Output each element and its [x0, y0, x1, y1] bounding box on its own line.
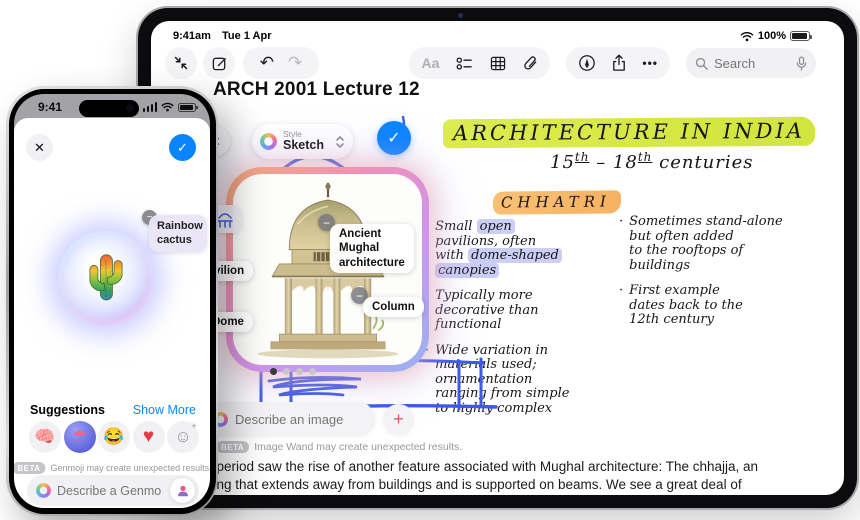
apple-intelligence-icon	[260, 133, 277, 150]
genmoji-sparkle-icon	[36, 483, 51, 498]
more-options-button[interactable]: •••	[642, 56, 658, 70]
notes-left-column: · Small open pavilions, often with dome-…	[425, 219, 570, 417]
wifi-icon	[161, 102, 174, 112]
ipad-status-date: Tue 1 Apr	[221, 30, 272, 42]
checklist-button[interactable]	[456, 56, 473, 71]
note-paragraph: s period saw the rise of another feature…	[206, 458, 844, 494]
show-more-link[interactable]: Show More	[133, 403, 196, 417]
battery-icon	[178, 102, 198, 112]
checkmark-icon: ✓	[177, 139, 188, 155]
describe-genmoji-field[interactable]	[27, 475, 199, 506]
search-icon	[695, 57, 708, 70]
suggestion-umbrella-selected[interactable]: ☂	[63, 421, 96, 453]
genmoji-preview-bubble	[58, 231, 153, 326]
formatting-group: Aa	[409, 47, 551, 79]
style-value: Sketch	[283, 138, 324, 153]
bullet-decorative: Typically more decorative than functiona…	[435, 288, 539, 333]
bullet-first-example: First example dates back to the 12th cen…	[629, 283, 743, 328]
iphone-status-time: 9:41	[38, 100, 63, 114]
compose-icon	[211, 55, 228, 72]
note-title: ARCH 2001 Lecture 12	[213, 79, 420, 100]
collapse-icon	[173, 55, 189, 71]
marketing-canvas: 9:41am Tue 1 Apr 100% ↶ ↷ Aa ••• Search …	[0, 0, 860, 520]
checkmark-icon: ✓	[387, 130, 401, 147]
ipad-right-toolbar: Aa ••• Search	[409, 47, 816, 79]
smiley-plus-icon: ☺	[174, 421, 197, 447]
bullet-standalone: Sometimes stand-alone but often added to…	[629, 214, 783, 273]
undo-redo-group: ↶ ↷	[243, 47, 319, 79]
label-column[interactable]: Column	[363, 297, 424, 318]
markup-button[interactable]	[578, 54, 596, 72]
handwritten-subheading: 15th – 18th centuries	[550, 150, 754, 173]
image-wand-beta-note: BETA Image Wand may create unexpected re…	[216, 441, 462, 453]
bullet-pavilions: Small open pavilions, often with dome-sh…	[435, 219, 562, 278]
undo-button[interactable]: ↶	[260, 53, 274, 73]
ipad-status-icons: 100%	[740, 30, 812, 42]
handwritten-heading: ARCHITECTURE IN INDIA	[442, 116, 816, 149]
person-icon	[177, 485, 188, 496]
suggestion-brain[interactable]: 🧠	[29, 421, 61, 453]
chevron-up-down-icon	[335, 135, 345, 149]
redo-button[interactable]: ↷	[288, 53, 302, 73]
describe-image-field[interactable]	[203, 402, 375, 436]
add-description-button[interactable]: +	[383, 404, 414, 435]
genmoji-beta-note: BETA Genmoji may create unexpected resul…	[14, 462, 210, 474]
suggestion-heart[interactable]: ♥	[132, 421, 165, 453]
search-field[interactable]	[686, 48, 816, 78]
dictation-mic-icon[interactable]	[796, 55, 807, 71]
iphone-status-icons	[142, 102, 198, 112]
wifi-icon	[740, 31, 754, 42]
actions-group: •••	[566, 47, 670, 79]
text-format-button[interactable]: Aa	[421, 55, 439, 71]
iphone-screen: 9:41 ✕ ✓ − Rainbow cactus Suggestions Sh…	[14, 94, 210, 508]
cellular-signal-icon	[142, 102, 157, 112]
people-genmoji-button[interactable]	[170, 478, 195, 503]
describe-genmoji-input[interactable]	[57, 483, 161, 498]
iphone-device: 9:41 ✕ ✓ − Rainbow cactus Suggestions Sh…	[6, 86, 218, 516]
ipad-status-time: 9:41am	[173, 30, 211, 42]
collapse-button[interactable]	[165, 47, 197, 79]
rainbow-cactus-genmoji	[88, 253, 123, 300]
ipad-status-bar: 9:41am Tue 1 Apr	[173, 30, 272, 42]
handwritten-section-heading: CHHATRI	[492, 190, 622, 215]
describe-image-input[interactable]	[235, 411, 355, 427]
genmoji-confirm-button[interactable]: ✓	[169, 134, 196, 161]
style-picker[interactable]: Style Sketch	[252, 124, 353, 159]
close-icon: ✕	[34, 139, 45, 155]
image-wand-confirm-button[interactable]: ✓	[377, 121, 411, 155]
genmoji-close-button[interactable]: ✕	[26, 134, 53, 161]
notes-right-column: · Sometimes stand-alone but often added …	[619, 214, 783, 328]
suggestion-emoji-row: 🧠 ☂ 😂 ♥ ☺	[29, 421, 199, 453]
genmoji-label[interactable]: Rainbow cactus	[149, 215, 207, 252]
battery-icon	[790, 31, 812, 41]
new-emoji-button[interactable]: ☺	[167, 421, 199, 453]
bullet-variation: Wide variation in materials used; orname…	[435, 342, 570, 417]
page-dot-3[interactable]	[296, 368, 303, 375]
dynamic-island	[79, 100, 139, 117]
ipad-front-camera	[458, 13, 463, 18]
page-dot-1[interactable]	[270, 368, 277, 375]
beta-badge: BETA	[14, 462, 46, 474]
search-input[interactable]	[714, 55, 786, 71]
label-ancient-mughal-architecture[interactable]: Ancient Mughal architecture	[330, 224, 414, 274]
ipad-notes-screen: 9:41am Tue 1 Apr 100% ↶ ↷ Aa ••• Search …	[151, 21, 844, 495]
genmoji-sheet: ✕ ✓ − Rainbow cactus Suggestions Show Mo…	[14, 118, 210, 508]
battery-percent-label: 100%	[757, 30, 786, 42]
paragraph-line-2: ning that extends away from buildings an…	[206, 477, 742, 492]
paragraph-line-1: s period saw the rise of another feature…	[206, 459, 759, 474]
share-button[interactable]	[611, 54, 627, 72]
page-dot-4[interactable]	[309, 368, 316, 375]
beta-badge: BETA	[216, 441, 250, 453]
compose-note-button[interactable]	[203, 47, 235, 79]
table-button[interactable]	[490, 56, 506, 71]
attachment-icon[interactable]	[523, 55, 538, 71]
suggestion-laughing[interactable]: 😂	[98, 421, 130, 453]
variant-page-dots[interactable]	[270, 368, 316, 375]
ipad-device: 9:41am Tue 1 Apr 100% ↶ ↷ Aa ••• Search …	[138, 8, 857, 508]
page-dot-2[interactable]	[283, 368, 290, 375]
suggestions-title: Suggestions	[30, 403, 106, 417]
plus-icon: +	[393, 409, 404, 429]
